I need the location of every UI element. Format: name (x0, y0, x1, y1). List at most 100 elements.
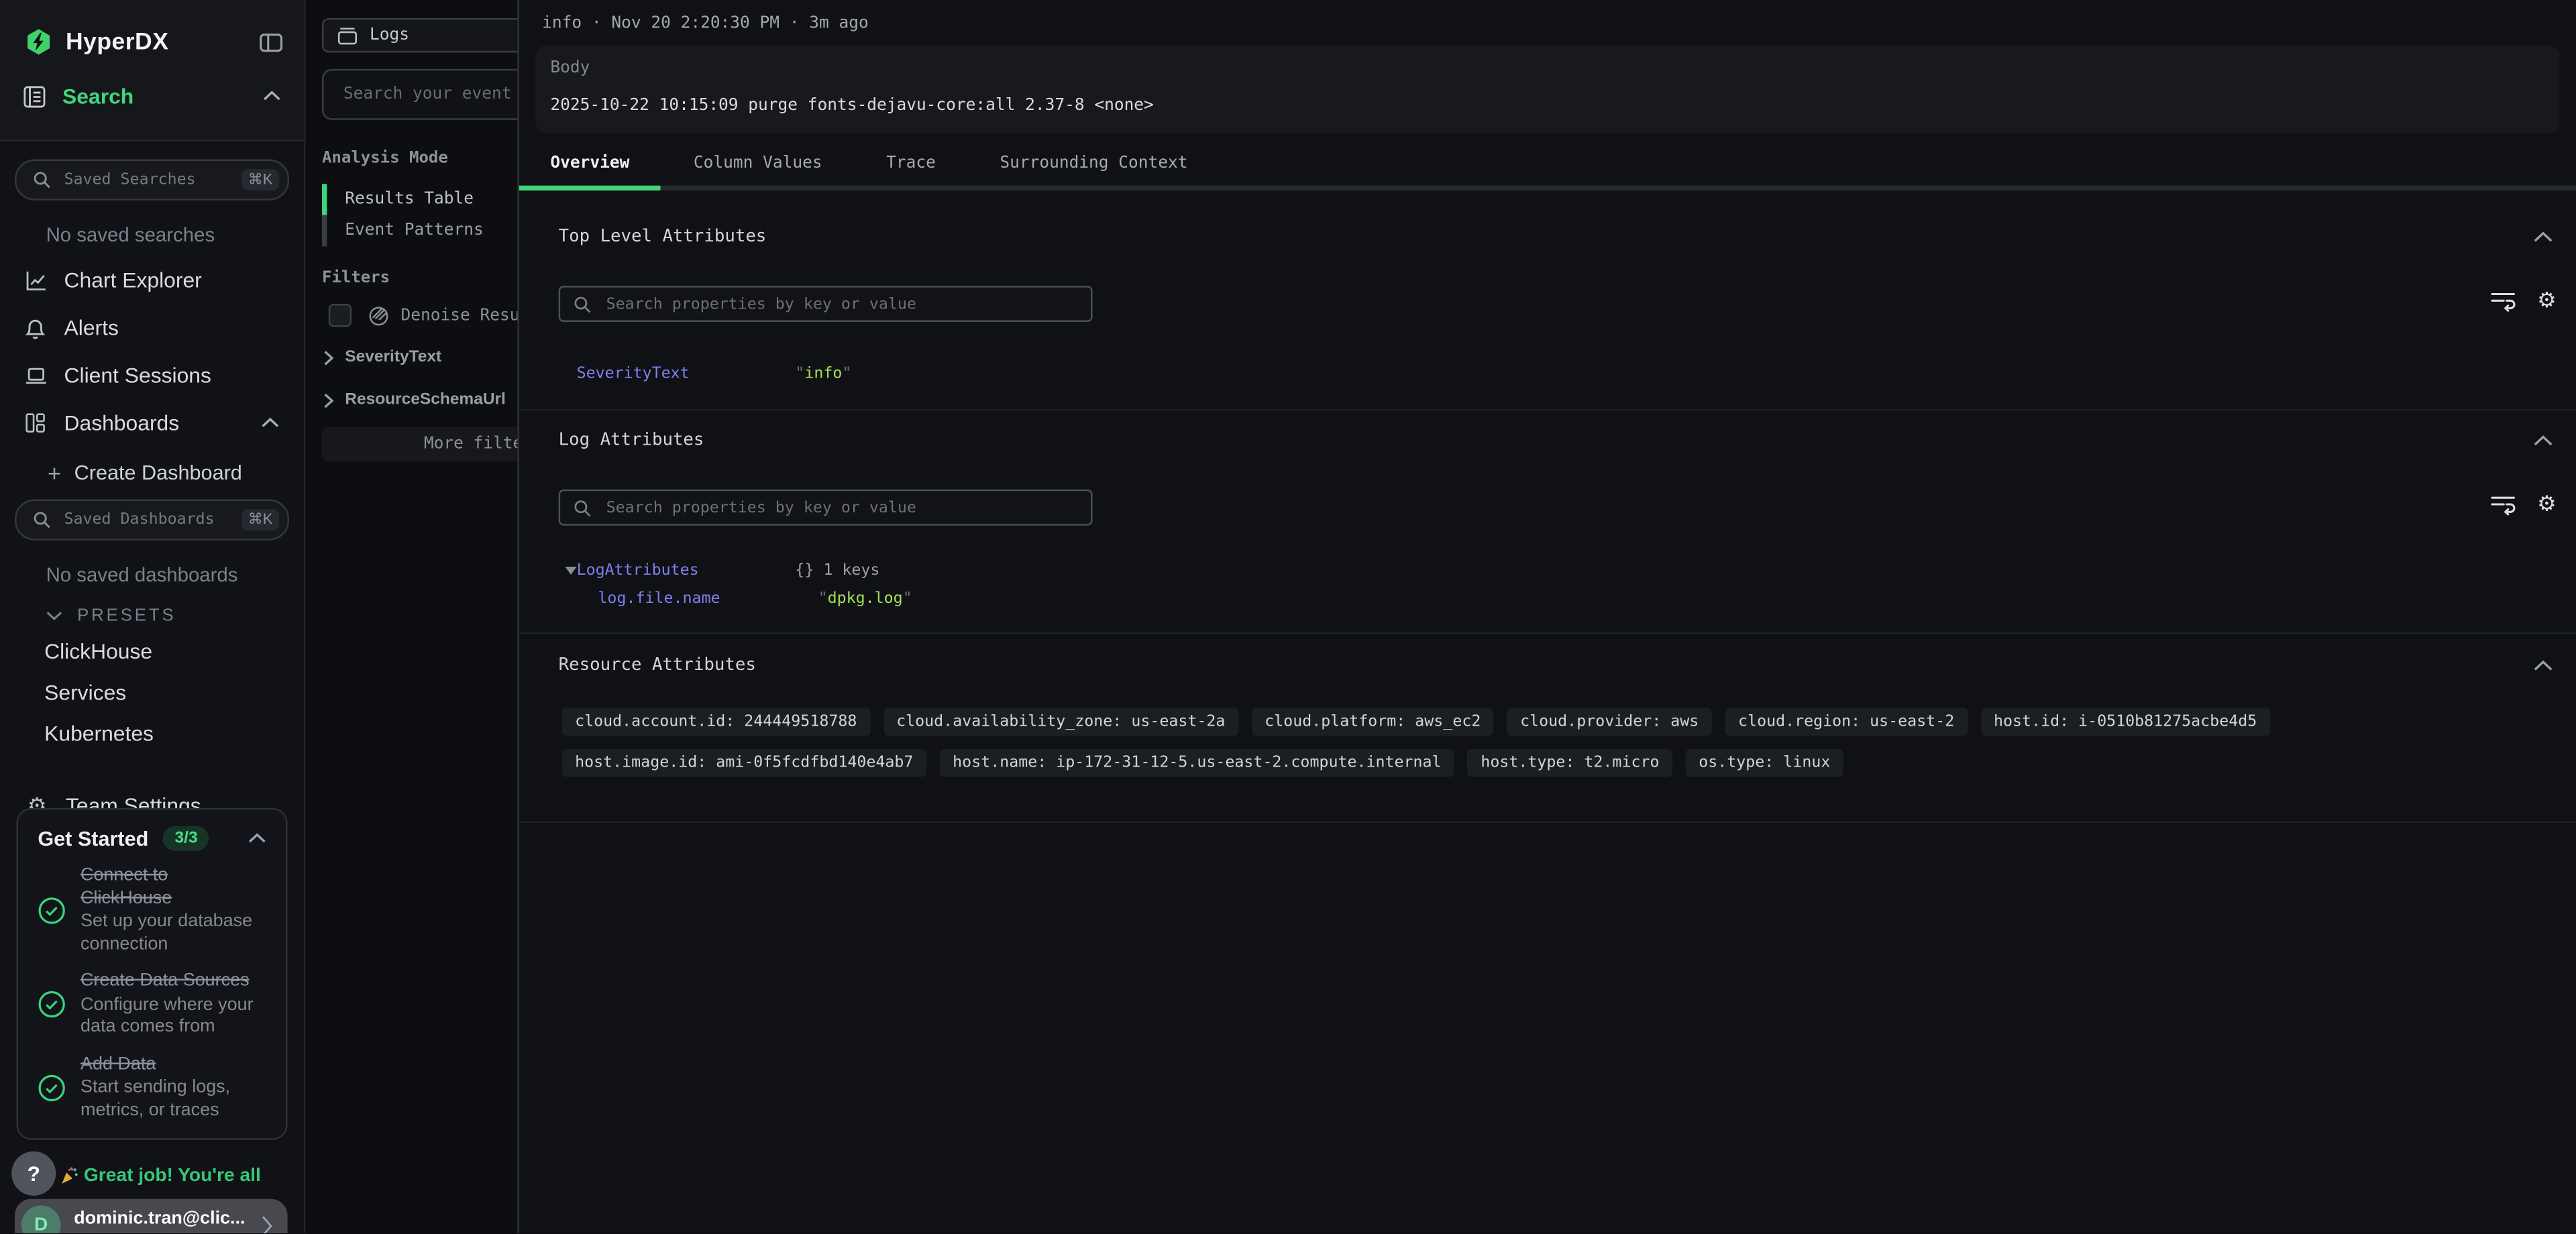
chevron-up-icon[interactable] (2533, 435, 2553, 446)
sidebar-item-services[interactable]: Services (15, 672, 289, 713)
sidebar-item-alerts[interactable]: Alerts (15, 304, 289, 351)
preset-label: ClickHouse (44, 639, 152, 664)
quote: " (818, 590, 828, 608)
resource-badge[interactable]: cloud.provider: aws (1507, 708, 1712, 736)
sidebar-item-search-label: Search (62, 84, 133, 109)
search-icon (574, 295, 592, 313)
chevron-up-icon[interactable] (248, 833, 266, 844)
property-search-box[interactable] (559, 286, 1093, 322)
section-resource-attributes: Resource Attributes cloud.account.id: 24… (519, 634, 2576, 823)
mode-label: Event Patterns (345, 222, 483, 240)
sidebar-item-label: Dashboards (64, 410, 180, 435)
event-search-box[interactable] (322, 69, 517, 120)
event-search-input[interactable] (340, 84, 517, 105)
wrap-lines-icon[interactable] (2491, 494, 2517, 516)
sidebar-item-search[interactable]: Search (0, 84, 304, 109)
body-card: Body 2025-10-22 10:15:09 purge fonts-dej… (535, 46, 2559, 133)
attribute-key[interactable]: SeverityText (577, 365, 796, 383)
attribute-row: SeverityText "info" (559, 365, 2553, 383)
property-search-input[interactable] (603, 293, 1078, 315)
get-started-step-sources[interactable]: Create Data Sources Configure where your… (38, 970, 266, 1039)
denoise-results-toggle[interactable]: Denoise Resul (329, 304, 518, 327)
resource-badge[interactable]: host.name: ip-172-31-12-5.us-east-2.comp… (940, 749, 1455, 777)
saved-searches-field[interactable] (61, 169, 241, 190)
saved-searches-input[interactable]: ⌘K (15, 160, 289, 201)
congrats-message: Great job! You're all (59, 1166, 261, 1186)
attribute-value[interactable]: "info" (795, 365, 851, 383)
chevron-right-icon (323, 349, 333, 365)
filter-group-label: ResourceSchemaUrl (345, 391, 506, 409)
quote: " (795, 365, 804, 383)
resource-badge[interactable]: host.image.id: ami-0f5fcdfbd140e4ab7 (562, 749, 926, 777)
attribute-row: log.file.name "dpkg.log" (559, 590, 2553, 608)
help-button[interactable]: ? (11, 1152, 56, 1196)
gear-icon[interactable]: ⚙ (2537, 290, 2557, 312)
collapse-triangle-icon[interactable] (565, 567, 576, 575)
create-dashboard-label: Create Dashboard (74, 461, 242, 484)
resource-badge[interactable]: cloud.platform: aws_ec2 (1252, 708, 1494, 736)
resource-badge[interactable]: host.id: i-0510b81275acbe4d5 (1980, 708, 2269, 736)
source-selector[interactable]: Logs (322, 18, 517, 52)
attribute-key[interactable]: LogAttributes (577, 562, 796, 580)
resource-badge[interactable]: cloud.availability_zone: us-east-2a (883, 708, 1238, 736)
property-search-input[interactable] (603, 497, 1078, 518)
event-detail-panel: info · Nov 20 2:20:30 PM · 3m ago Body 2… (517, 0, 2576, 1234)
mode-results-table[interactable]: Results Table (322, 184, 517, 215)
tab-surrounding-context[interactable]: Surrounding Context (1000, 154, 1187, 172)
get-started-step-add-data[interactable]: Add Data Start sending logs, metrics, or… (38, 1054, 266, 1122)
step-subtitle: Start sending logs, metrics, or traces (80, 1078, 258, 1122)
saved-dashboards-field[interactable] (61, 509, 241, 530)
check-circle-icon (38, 991, 66, 1019)
quote: " (842, 365, 851, 383)
attribute-key[interactable]: log.file.name (598, 590, 818, 608)
chevron-up-icon[interactable] (2533, 659, 2553, 671)
sidebar-item-dashboards[interactable]: Dashboards (15, 399, 289, 447)
resource-badge[interactable]: cloud.region: us-east-2 (1725, 708, 1967, 736)
chevron-right-icon (323, 392, 333, 408)
user-menu[interactable]: D dominic.tran@clic... dominic.tran@clic… (15, 1199, 288, 1234)
resource-badges-row: host.image.id: ami-0f5fcdfbd140e4ab7 hos… (562, 749, 2553, 777)
sidebar-item-kubernetes[interactable]: Kubernetes (15, 713, 289, 754)
resource-badge[interactable]: host.type: t2.micro (1468, 749, 1672, 777)
more-filters-button[interactable]: More filters (322, 427, 517, 461)
tab-overview[interactable]: Overview (550, 154, 629, 172)
analysis-mode-label: Analysis Mode (322, 150, 448, 168)
sidebar-item-client-sessions[interactable]: Client Sessions (15, 351, 289, 399)
tab-underline (519, 186, 2576, 190)
get-started-step-connect[interactable]: Connect to ClickHouse Set up your databa… (38, 866, 266, 956)
wrap-lines-icon[interactable] (2491, 290, 2517, 312)
property-search-box[interactable] (559, 490, 1093, 526)
create-dashboard-button[interactable]: + Create Dashboard (15, 447, 289, 499)
body-value: 2025-10-22 10:15:09 purge fonts-dejavu-c… (550, 97, 2544, 115)
value-text: info (804, 365, 842, 383)
quote: " (903, 590, 912, 608)
presets-toggle[interactable]: PRESETS (15, 590, 289, 630)
no-saved-searches-text: No saved searches (46, 223, 289, 246)
chevron-up-icon[interactable] (2533, 231, 2553, 242)
sidebar-item-chart-explorer[interactable]: Chart Explorer (15, 256, 289, 304)
filter-group-resourceschemaurl[interactable]: ResourceSchemaUrl (323, 391, 505, 409)
section-title: Resource Attributes (559, 655, 756, 675)
chevron-right-icon (261, 1215, 272, 1234)
saved-dashboards-input[interactable]: ⌘K (15, 499, 289, 540)
denoise-checkbox[interactable] (329, 304, 352, 327)
sidebar-collapse-icon[interactable] (260, 32, 282, 52)
section-title: Log Attributes (559, 431, 704, 450)
resource-badge[interactable]: os.type: linux (1686, 749, 1843, 777)
check-circle-icon (38, 1074, 66, 1102)
sidebar-item-clickhouse[interactable]: ClickHouse (15, 630, 289, 671)
laptop-icon (23, 366, 48, 385)
tab-trace[interactable]: Trace (886, 154, 936, 172)
search-icon (33, 171, 51, 189)
chevron-up-icon (263, 91, 281, 102)
step-title: Connect to ClickHouse (80, 866, 258, 910)
attribute-value[interactable]: "dpkg.log" (818, 590, 912, 608)
filter-group-severitytext[interactable]: SeverityText (323, 348, 441, 366)
resource-badge[interactable]: cloud.account.id: 244449518788 (562, 708, 870, 736)
gear-icon[interactable]: ⚙ (2537, 494, 2557, 516)
step-title: Add Data (80, 1054, 258, 1076)
tab-column-values[interactable]: Column Values (694, 154, 822, 172)
sidebar-item-label: Chart Explorer (64, 268, 202, 292)
inactive-indicator (322, 215, 327, 247)
mode-event-patterns[interactable]: Event Patterns (322, 215, 517, 247)
